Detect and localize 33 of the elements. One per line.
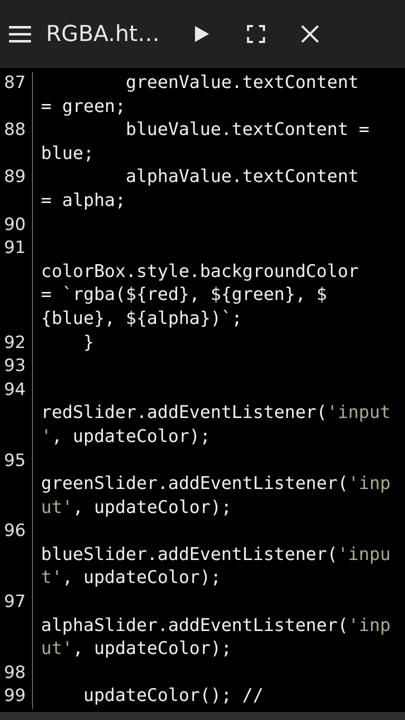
line-number: 91 [0,237,33,332]
code-line: t', updateColor); [41,567,222,590]
code-line: updateColor(); // [82,685,264,708]
code-line: ut', updateColor); [41,638,233,662]
code-line: = `rgba(${red}, ${green}, $ [41,284,328,308]
line-number: 98 [0,662,33,686]
code-line: = green; [41,96,127,119]
code-line: blue; [41,142,95,166]
line-number: 95 [0,450,33,520]
code-line: redSlider.addEventListener('input [41,402,391,426]
code-line: greenSlider.addEventListener('inp [41,473,391,496]
line-number: 88 [0,119,33,166]
code-line: colorBox.style.backgroundColor [41,260,359,284]
line-number: 99 [0,685,33,710]
line-number: 87 [0,72,33,120]
code-line: } [82,332,94,355]
line-number: 93 [0,355,33,379]
line-number: 97 [0,591,33,662]
code-line: ', updateColor); [41,426,212,449]
file-title: RGBA.ht… [46,22,160,46]
code-line: greenValue.textContent [124,72,359,95]
code-line: alphaValue.textContent [124,166,359,190]
line-number: 92 [0,332,33,356]
code-line: ut', updateColor); [41,496,233,520]
line-number: 94 [0,378,33,450]
line-number: 96 [0,520,33,592]
code-line: = alpha; [41,190,127,213]
line-number: 89 [0,166,33,214]
code-line: {blue}, ${alpha})`; [41,308,244,331]
code-line: blueValue.textContent = [124,119,370,142]
line-number: 90 [0,214,33,238]
code-line: blueSlider.addEventListener('inpu [41,544,391,567]
code-line: alphaSlider.addEventListener('inp [41,614,391,638]
